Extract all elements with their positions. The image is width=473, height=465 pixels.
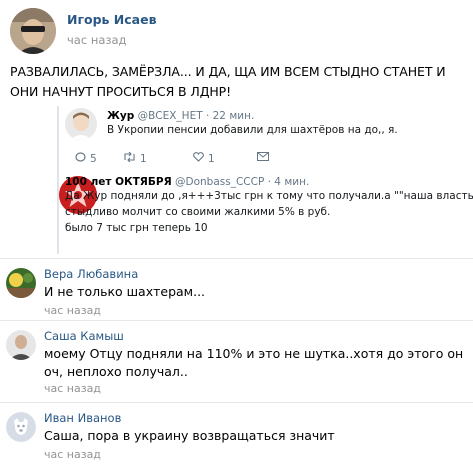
tweet-handle[interactable]: @ВСЕХ_НЕТ · 22 мин.: [138, 110, 255, 122]
avatar[interactable]: [6, 268, 36, 298]
post-text: РАЗВАЛИЛАСЬ, ЗАМЁРЗЛА... И ДА, ЩА ИМ ВСЕ…: [10, 64, 446, 99]
post: Игорь Исаев час назад РАЗВАЛИЛАСЬ, ЗАМЁР…: [0, 0, 473, 258]
retweet-button[interactable]: 1: [123, 151, 147, 165]
tweet-author-name[interactable]: Жур: [107, 110, 134, 122]
avatar[interactable]: [6, 330, 36, 360]
tweet2-text-line1: Да Жур подняли до ,я+++3тыс грн к тому ч…: [65, 190, 473, 202]
tweet-header: Жур @ВСЕХ_НЕТ · 22 мин.: [107, 110, 254, 122]
tweet-text: В Укропии пенсии добавили для шахтёров н…: [107, 124, 398, 136]
tweet2-handle[interactable]: @Donbass_CCCP · 4 мин.: [175, 176, 309, 188]
reply-button[interactable]: 5: [75, 152, 97, 165]
tweet2-author-name[interactable]: 100 лет ОКТЯБРЯ: [65, 176, 172, 188]
comment-timestamp[interactable]: час назад: [44, 448, 101, 461]
post-timestamp[interactable]: час назад: [67, 33, 127, 47]
comment: Иван Иванов Саша, пора в украину возвращ…: [0, 406, 473, 465]
reply-count: 5: [90, 152, 97, 165]
comment-timestamp[interactable]: час назад: [44, 304, 101, 317]
divider: [0, 402, 473, 403]
avatar[interactable]: [6, 412, 36, 442]
comment-author[interactable]: Вера Любавина: [44, 267, 138, 281]
comment-timestamp[interactable]: час назад: [44, 382, 101, 395]
comment-text: И не только шахтерам...: [44, 284, 206, 299]
comment-author[interactable]: Саша Камыш: [44, 329, 124, 343]
comment-author[interactable]: Иван Иванов: [44, 411, 121, 425]
tweet2-text-line3: было 7 тыс грн теперь 10: [65, 222, 208, 234]
tweet-actions: 5 1 1: [75, 151, 295, 166]
tweet-avatar: [65, 108, 97, 140]
retweet-icon: [123, 151, 136, 165]
comment-text: Саша, пора в украину возвращаться значит: [44, 428, 335, 443]
embedded-screenshot: Жур @ВСЕХ_НЕТ · 22 мин. В Укропии пенсии…: [57, 106, 473, 254]
message-button[interactable]: [257, 152, 269, 164]
like-button[interactable]: 1: [193, 152, 215, 165]
comment-text: моему Отцу подняли на 110% и это не шутк…: [44, 346, 464, 379]
comment: Вера Любавина И не только шахтерам... ча…: [0, 262, 473, 318]
divider: [0, 258, 473, 259]
comment: Саша Камыш моему Отцу подняли на 110% и …: [0, 324, 473, 400]
tweet2-header: 100 лет ОКТЯБРЯ @Donbass_CCCP · 4 мин.: [65, 176, 309, 188]
quote-divider: [57, 106, 59, 254]
like-count: 1: [208, 152, 215, 165]
retweet-count: 1: [140, 152, 147, 165]
post-author-name[interactable]: Игорь Исаев: [67, 12, 156, 27]
reply-icon: [75, 152, 86, 165]
divider: [0, 320, 473, 321]
author-avatar[interactable]: [10, 8, 56, 54]
heart-icon: [193, 152, 204, 165]
tweet2-text-line2: стыдливо молчит со своими жалкими 5% в р…: [65, 206, 331, 218]
envelope-icon: [257, 152, 269, 164]
